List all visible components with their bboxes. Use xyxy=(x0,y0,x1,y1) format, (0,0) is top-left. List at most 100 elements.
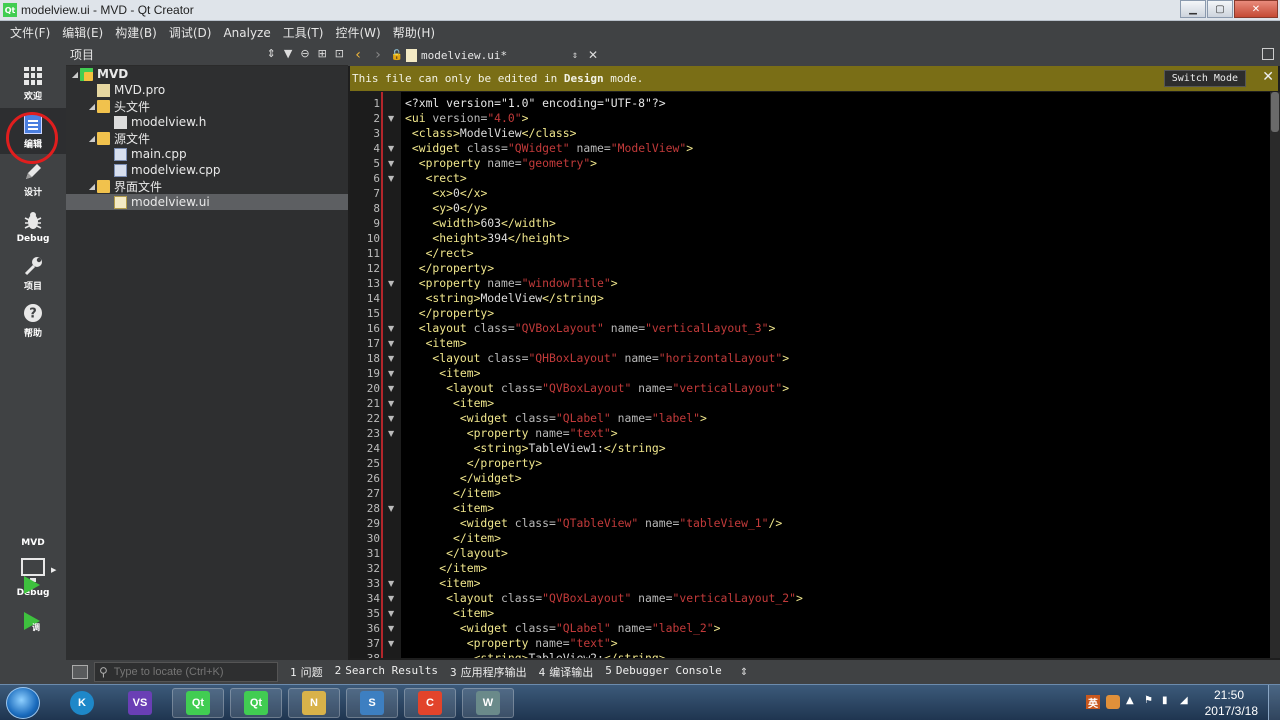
tree-item[interactable]: ◢ 源文件 xyxy=(66,130,348,146)
tray-app-icon[interactable] xyxy=(1106,695,1120,709)
tree-item[interactable]: main.cpp xyxy=(66,146,348,162)
clock-time[interactable]: 21:50 xyxy=(1214,688,1244,702)
up-down-arrows-icon[interactable]: ⇕ xyxy=(572,50,578,61)
link-icon[interactable]: ⊖ xyxy=(300,47,309,60)
minimize-button[interactable]: ▁ xyxy=(1180,0,1206,18)
fold-arrow-icon[interactable]: ▼ xyxy=(388,594,394,603)
mode-help[interactable]: ? 帮助 xyxy=(0,297,66,343)
up-down-arrows-icon[interactable]: ⇕ xyxy=(740,667,748,678)
tree-item[interactable]: ◢ 头文件 xyxy=(66,98,348,114)
fold-arrow-icon[interactable]: ▼ xyxy=(388,279,394,288)
taskbar-qt-creator-2[interactable]: Qt xyxy=(230,688,282,718)
fold-arrow-icon[interactable]: ▼ xyxy=(388,609,394,618)
output-tab[interactable]: 4 编译输出 xyxy=(539,664,594,680)
action-center-icon[interactable]: ⚑ xyxy=(1144,695,1158,709)
expand-arrow-icon[interactable]: ◢ xyxy=(70,70,80,79)
fold-arrow-icon[interactable]: ▼ xyxy=(388,339,394,348)
close-panel-icon[interactable]: ⊡ xyxy=(335,47,344,60)
fold-arrow-icon[interactable]: ▼ xyxy=(388,429,394,438)
locator-input[interactable] xyxy=(113,666,264,678)
tray-arrow-icon[interactable]: ▲ xyxy=(1126,695,1140,709)
menu-item[interactable]: 控件(W) xyxy=(329,24,386,41)
fold-arrow-icon[interactable]: ▼ xyxy=(388,414,394,423)
close-editor-icon[interactable]: ✕ xyxy=(588,48,598,62)
lock-icon: 🔓 xyxy=(390,49,404,61)
code-editor[interactable]: 1 2 ▼ 3 4 ▼ 5 ▼ 6 ▼ 7 8 9 10 11 12 13 ▼ 14 15 16 ▼ 17 ▼ 18 ▼ 19 ▼ 20… xyxy=(350,92,1270,658)
output-tab[interactable]: 1 问题 xyxy=(290,664,323,680)
close-info-icon[interactable]: ✕ xyxy=(1262,69,1274,85)
menu-item[interactable]: Analyze xyxy=(217,26,276,40)
menu-item[interactable]: 构建(B) xyxy=(109,24,163,41)
filter-icon[interactable]: ▼ xyxy=(284,47,292,60)
taskbar-visual-studio[interactable]: VS xyxy=(114,688,166,718)
fold-arrow-icon[interactable]: ▼ xyxy=(388,174,394,183)
project-panel-header: 项目 ⇕ ▼ ⊖ ⊞ ⊡ xyxy=(66,44,348,66)
forward-arrow-icon[interactable]: › xyxy=(368,47,388,63)
expand-arrow-icon[interactable]: ◢ xyxy=(87,102,97,111)
vertical-scrollbar[interactable] xyxy=(1270,92,1280,658)
fold-arrow-icon[interactable]: ▼ xyxy=(388,114,394,123)
run-button[interactable] xyxy=(24,576,40,594)
taskbar-red-app[interactable]: C xyxy=(404,688,456,718)
maximize-button[interactable]: ▢ xyxy=(1207,0,1233,18)
fold-arrow-icon[interactable]: ▼ xyxy=(388,369,394,378)
split-add-icon[interactable]: ⊞ xyxy=(318,47,327,60)
output-tab[interactable]: 2 Search Results xyxy=(335,664,438,680)
output-tab[interactable]: 3 应用程序输出 xyxy=(450,664,527,680)
menu-item[interactable]: 编辑(E) xyxy=(56,24,109,41)
start-button[interactable] xyxy=(6,687,40,719)
show-desktop-button[interactable] xyxy=(1268,685,1280,720)
mode-debug[interactable]: Debug xyxy=(0,204,66,250)
fold-arrow-icon[interactable]: ▼ xyxy=(388,399,394,408)
fold-arrow-icon[interactable]: ▼ xyxy=(388,324,394,333)
code-token: <layout xyxy=(405,321,467,335)
fold-arrow-icon[interactable]: ▼ xyxy=(388,384,394,393)
taskbar-qt-creator-1[interactable]: Qt xyxy=(172,688,224,718)
output-tab[interactable]: 5 Debugger Console xyxy=(605,664,722,680)
menu-item[interactable]: 文件(F) xyxy=(4,24,56,41)
taskbar-k-app[interactable]: K xyxy=(56,688,108,718)
switch-mode-button[interactable]: Switch Mode xyxy=(1163,70,1246,87)
menu-item[interactable]: 调试(D) xyxy=(163,24,218,41)
code-token: </rect> xyxy=(405,246,474,260)
volume-icon[interactable]: ◢ xyxy=(1180,695,1194,709)
back-arrow-icon[interactable]: ‹ xyxy=(348,47,368,63)
tree-item[interactable]: modelview.ui xyxy=(66,194,348,210)
tree-item[interactable]: ◢ MVD xyxy=(66,66,348,82)
ime-icon[interactable]: 英 xyxy=(1086,695,1100,710)
qt-logo-icon: Qt xyxy=(3,3,17,17)
editor-file-tab[interactable]: modelview.ui* ⇕ xyxy=(406,48,578,62)
taskbar-notepad[interactable]: N xyxy=(288,688,340,718)
code-token: <x> xyxy=(405,186,454,200)
up-down-arrows-icon[interactable]: ⇕ xyxy=(267,47,276,60)
expand-arrow-icon[interactable]: ◢ xyxy=(87,182,97,191)
toggle-sidebar-button[interactable] xyxy=(72,665,88,679)
expand-arrow-icon[interactable]: ◢ xyxy=(87,134,97,143)
tree-item[interactable]: MVD.pro xyxy=(66,82,348,98)
menu-item[interactable]: 工具(T) xyxy=(277,24,330,41)
taskbar-window-app[interactable]: W xyxy=(462,688,514,718)
clock-date[interactable]: 2017/3/18 xyxy=(1205,704,1258,718)
line-number: 31 xyxy=(366,547,380,560)
tree-item[interactable]: modelview.h xyxy=(66,114,348,130)
split-editor-icon[interactable] xyxy=(1262,48,1274,60)
mode-design[interactable]: 设计 xyxy=(0,156,66,202)
fold-arrow-icon[interactable]: ▼ xyxy=(388,624,394,633)
mode-welcome[interactable]: 欢迎 xyxy=(0,60,66,106)
mode-projects[interactable]: 项目 xyxy=(0,250,66,296)
network-icon[interactable]: ▮ xyxy=(1162,695,1176,709)
locator[interactable]: ⚲ xyxy=(94,662,278,682)
fold-arrow-icon[interactable]: ▼ xyxy=(388,639,394,648)
fold-arrow-icon[interactable]: ▼ xyxy=(388,159,394,168)
fold-arrow-icon[interactable]: ▼ xyxy=(388,354,394,363)
fold-arrow-icon[interactable]: ▼ xyxy=(388,504,394,513)
taskbar-screen-tool[interactable]: S xyxy=(346,688,398,718)
fold-arrow-icon[interactable]: ▼ xyxy=(388,144,394,153)
scrollbar-thumb[interactable] xyxy=(1271,92,1279,132)
menu-item[interactable]: 帮助(H) xyxy=(387,24,441,41)
kit-selector-monitor-icon[interactable] xyxy=(21,558,45,582)
close-button[interactable]: ✕ xyxy=(1234,0,1278,18)
fold-arrow-icon[interactable]: ▼ xyxy=(388,579,394,588)
tree-item[interactable]: ◢ 界面文件 xyxy=(66,178,348,194)
tree-item[interactable]: modelview.cpp xyxy=(66,162,348,178)
